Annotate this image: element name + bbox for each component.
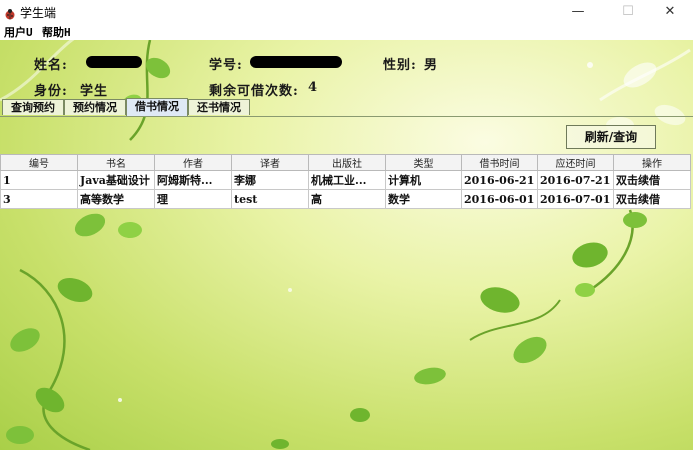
tab-reservations[interactable]: 预约情况 (64, 99, 126, 115)
tab-returned[interactable]: 还书情况 (188, 99, 250, 115)
col-header-id[interactable]: 编号 (0, 154, 78, 171)
cell-author[interactable]: 阿姆斯特... (154, 170, 232, 190)
cell-author[interactable]: 理 (154, 189, 232, 209)
student-id-label: 学号: (209, 58, 243, 73)
app-window: 学生端 — ☐ ✕ 用户U 帮助H 姓名: 学号: 性别: 男 身份: 学生 剩… (0, 0, 693, 450)
name-label: 姓名: (34, 58, 68, 73)
menu-user[interactable]: 用户U (4, 24, 33, 40)
remaining-value: 4 (308, 80, 319, 95)
cell-type[interactable]: 计算机 (385, 170, 462, 190)
cell-due-date[interactable]: 2016-07-01 (537, 189, 614, 209)
table-header-row: 编号 书名 作者 译者 出版社 类型 借书时间 应还时间 操作 (0, 154, 691, 171)
col-header-author[interactable]: 作者 (154, 154, 232, 171)
title-bar: 学生端 — ☐ ✕ (0, 0, 693, 22)
cell-due-date[interactable]: 2016-07-21 (537, 170, 614, 190)
menu-bar: 用户U 帮助H (0, 22, 693, 40)
student-id-redaction (250, 56, 342, 68)
col-header-publisher[interactable]: 出版社 (308, 154, 386, 171)
table-row[interactable]: 1 Java基础设计 阿姆斯特... 李娜 机械工业... 计算机 2016-0… (0, 170, 691, 190)
cell-type[interactable]: 数学 (385, 189, 462, 209)
maximize-button[interactable]: ☐ (605, 0, 651, 22)
cell-title[interactable]: 高等数学 (77, 189, 155, 209)
col-header-due-date[interactable]: 应还时间 (537, 154, 614, 171)
cell-translator[interactable]: 李娜 (231, 170, 309, 190)
col-header-translator[interactable]: 译者 (231, 154, 309, 171)
main-panel: 姓名: 学号: 性别: 男 身份: 学生 剩余可借次数: 4 查询预约 预约情况… (0, 40, 693, 450)
cell-id[interactable]: 3 (0, 189, 78, 209)
cell-title[interactable]: Java基础设计 (77, 170, 155, 190)
identity-label: 身份: (34, 84, 68, 99)
minimize-button[interactable]: — (555, 0, 601, 22)
window-title: 学生端 (20, 6, 57, 20)
remaining-label: 剩余可借次数: (209, 84, 299, 99)
tab-query-reserve[interactable]: 查询预约 (2, 99, 64, 115)
table-row[interactable]: 3 高等数学 理 test 高 数学 2016-06-01 2016-07-01… (0, 189, 691, 209)
borrowed-books-table: 编号 书名 作者 译者 出版社 类型 借书时间 应还时间 操作 1 Java基础… (0, 154, 691, 209)
cell-borrow-date[interactable]: 2016-06-21 (461, 170, 538, 190)
col-header-type[interactable]: 类型 (385, 154, 462, 171)
menu-help[interactable]: 帮助H (42, 24, 71, 40)
tab-underline (0, 116, 693, 117)
cell-id[interactable]: 1 (0, 170, 78, 190)
cell-borrow-date[interactable]: 2016-06-01 (461, 189, 538, 209)
refresh-query-button[interactable]: 刷新/查询 (566, 125, 656, 149)
gender-value: 男 (424, 58, 439, 73)
cell-renew-action[interactable]: 双击续借 (613, 189, 691, 209)
close-button[interactable]: ✕ (647, 0, 693, 22)
name-redaction (86, 56, 142, 68)
cell-publisher[interactable]: 高 (308, 189, 386, 209)
ladybug-icon (4, 5, 16, 20)
cell-publisher[interactable]: 机械工业... (308, 170, 386, 190)
cell-translator[interactable]: test (231, 189, 309, 209)
col-header-borrow-date[interactable]: 借书时间 (461, 154, 538, 171)
tab-borrowed[interactable]: 借书情况 (126, 98, 188, 116)
identity-value: 学生 (80, 84, 109, 99)
col-header-action[interactable]: 操作 (613, 154, 691, 171)
col-header-title[interactable]: 书名 (77, 154, 155, 171)
gender-label: 性别: (383, 58, 417, 73)
cell-renew-action[interactable]: 双击续借 (613, 170, 691, 190)
